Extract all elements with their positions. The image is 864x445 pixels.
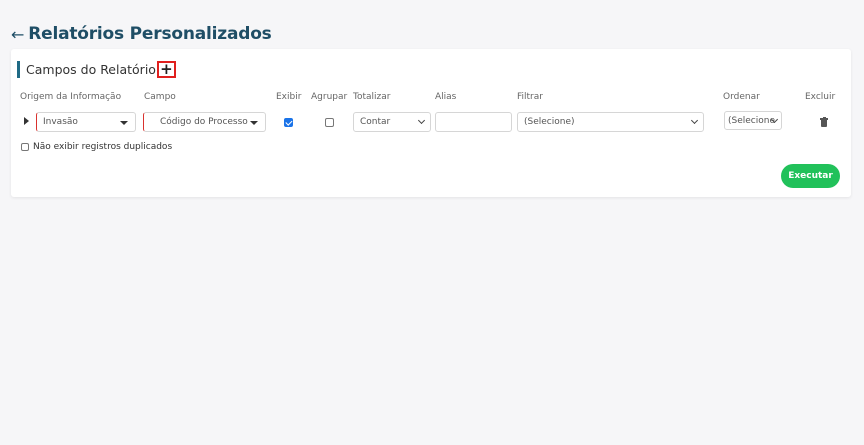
no-duplicates-label: Não exibir registros duplicados (33, 142, 173, 152)
caret-down-icon (250, 121, 258, 125)
caret-down-icon (120, 121, 128, 125)
chevron-down-icon (690, 116, 699, 125)
col-header-totalizar: Totalizar (353, 92, 391, 102)
totalizar-select-value: Contar (360, 117, 391, 127)
section-title: Campos do Relatório (26, 62, 156, 77)
col-header-excluir: Excluir (805, 92, 836, 102)
field-row: Invasão Código do Processo Contar (Selec… (11, 111, 851, 133)
totalizar-select[interactable]: Contar (353, 112, 431, 132)
exibir-checkbox[interactable] (284, 118, 293, 127)
report-fields-card: Campos do Relatório + Origem da Informaç… (11, 49, 851, 197)
agrupar-checkbox[interactable] (325, 118, 334, 127)
origem-select-value: Invasão (43, 117, 78, 127)
col-header-ordenar: Ordenar (723, 92, 760, 102)
section-accent-bar (17, 61, 20, 78)
filtrar-select[interactable]: (Selecione) (517, 112, 704, 132)
col-header-filtrar: Filtrar (517, 92, 543, 102)
page-title-text: Relatórios Personalizados (28, 24, 272, 44)
alias-input[interactable] (435, 112, 512, 132)
execute-button[interactable]: Executar (781, 164, 840, 188)
filtrar-select-value: (Selecione) (524, 117, 575, 127)
col-header-exibir: Exibir (276, 92, 302, 102)
campo-select-value: Código do Processo (160, 117, 248, 127)
expand-row-icon[interactable] (24, 117, 29, 125)
col-header-origem: Origem da Informação (20, 92, 122, 102)
add-field-button[interactable]: + (156, 61, 176, 78)
chevron-down-icon (417, 116, 426, 125)
col-header-alias: Alias (435, 92, 457, 102)
page-title: ← Relatórios Personalizados (11, 22, 272, 46)
col-header-agrupar: Agrupar (311, 92, 348, 102)
campo-select[interactable]: Código do Processo (143, 112, 266, 132)
col-header-campo: Campo (144, 92, 176, 102)
no-duplicates-option[interactable]: Não exibir registros duplicados (21, 142, 172, 152)
origem-select[interactable]: Invasão (36, 112, 136, 132)
no-duplicates-checkbox[interactable] (21, 143, 29, 151)
arrow-left-icon[interactable]: ← (11, 25, 24, 44)
trash-icon[interactable] (820, 116, 828, 128)
ordenar-select-value: (Selecione (728, 115, 775, 126)
section-header: Campos do Relatório + (17, 61, 176, 78)
ordenar-select[interactable]: (Selecione (724, 111, 782, 130)
